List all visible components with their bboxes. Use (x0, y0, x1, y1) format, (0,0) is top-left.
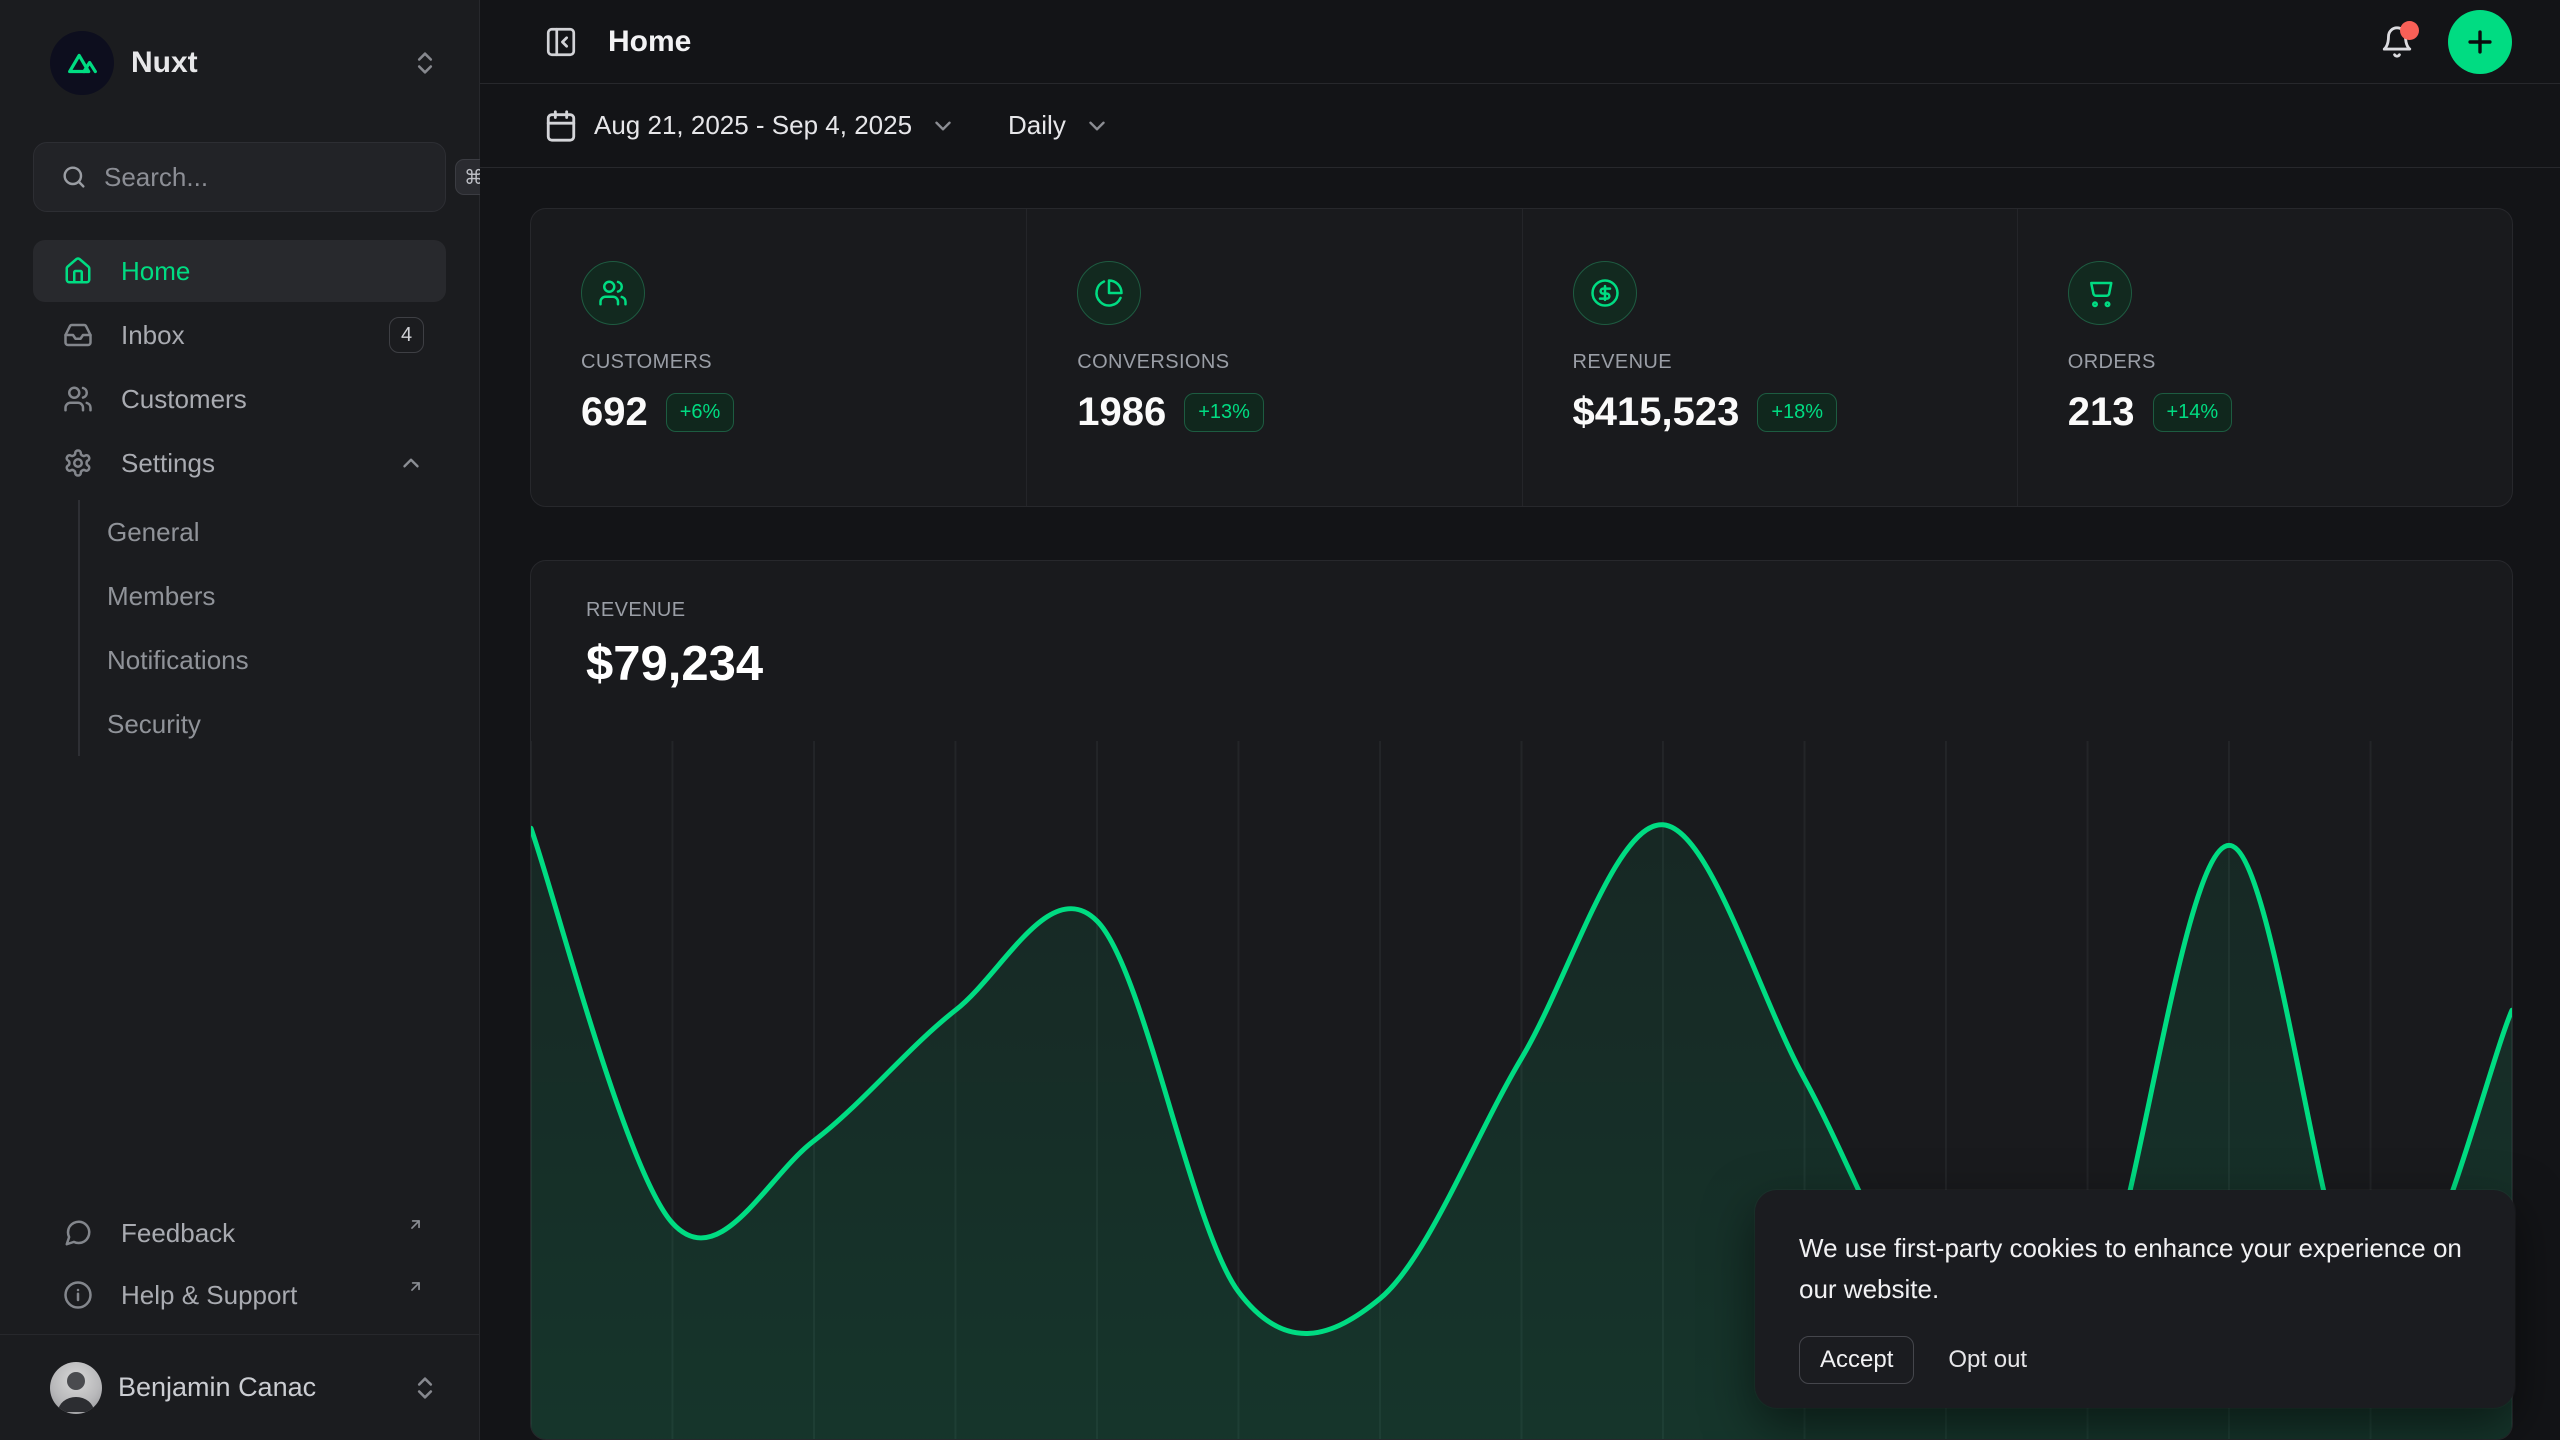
stat-delta-badge: +13% (1184, 393, 1264, 432)
sidebar-item-label: Inbox (121, 320, 361, 351)
date-range-value: Aug 21, 2025 - Sep 4, 2025 (594, 110, 912, 141)
chevrons-up-down-icon (411, 49, 439, 77)
sidebar-item-label: Home (121, 256, 424, 287)
info-circle-icon (63, 1280, 93, 1310)
calendar-icon (544, 109, 578, 143)
pie-chart-icon (1077, 261, 1141, 325)
sidebar-item-customers[interactable]: Customers (33, 368, 446, 430)
sidebar-item-security[interactable]: Security (80, 692, 446, 756)
search-bar[interactable]: ⌘ K (33, 142, 446, 212)
page-header: Home (480, 0, 2560, 84)
avatar (50, 1362, 102, 1414)
notification-dot (2400, 21, 2419, 40)
stat-value: 692 (581, 390, 648, 435)
sidebar-item-settings[interactable]: Settings (33, 432, 446, 494)
stat-delta-badge: +6% (666, 393, 735, 432)
stat-orders: ORDERS 213 +14% (2017, 209, 2512, 506)
stat-delta-badge: +18% (1757, 393, 1837, 432)
feedback-label: Feedback (121, 1218, 395, 1249)
page-title: Home (608, 25, 691, 59)
sidebar-item-home[interactable]: Home (33, 240, 446, 302)
add-button[interactable] (2448, 10, 2512, 74)
chevron-down-icon (930, 113, 956, 139)
revenue-chart-label: REVENUE (586, 599, 2512, 622)
stat-label: CONVERSIONS (1077, 351, 1521, 374)
sidebar-item-general[interactable]: General (80, 500, 446, 564)
notifications-button[interactable] (2380, 25, 2414, 59)
stat-revenue: REVENUE $415,523 +18% (1522, 209, 2017, 506)
sidebar-footer: Feedback Help & Support (33, 1202, 446, 1334)
chevron-up-icon (398, 450, 424, 476)
help-support-link[interactable]: Help & Support (33, 1264, 446, 1326)
panel-left-close-icon (544, 25, 578, 59)
sidebar-item-notifications[interactable]: Notifications (80, 628, 446, 692)
chevron-down-icon (1084, 113, 1110, 139)
stat-delta-badge: +14% (2153, 393, 2233, 432)
help-support-label: Help & Support (121, 1280, 395, 1311)
sidebar-item-label: Settings (121, 448, 370, 479)
nuxt-logo-icon (50, 31, 114, 95)
stat-label: ORDERS (2068, 351, 2512, 374)
stat-customers: CUSTOMERS 692 +6% (531, 209, 1026, 506)
stat-label: REVENUE (1573, 351, 2017, 374)
workspace-name: Nuxt (131, 46, 394, 80)
search-icon (60, 163, 88, 191)
settings-subnav: General Members Notifications Security (78, 500, 446, 756)
sidebar-item-label: Customers (121, 384, 424, 415)
chevrons-up-down-icon (411, 1374, 439, 1402)
home-icon (63, 256, 93, 286)
stat-conversions: CONVERSIONS 1986 +13% (1026, 209, 1521, 506)
plus-icon (2463, 25, 2497, 59)
sidebar-item-members[interactable]: Members (80, 564, 446, 628)
sidebar: Nuxt ⌘ K Home (0, 0, 480, 1440)
stat-value: 213 (2068, 390, 2135, 435)
cookie-banner: We use first-party cookies to enhance yo… (1755, 1190, 2515, 1408)
date-range-picker[interactable]: Aug 21, 2025 - Sep 4, 2025 (544, 109, 956, 143)
user-name: Benjamin Canac (118, 1372, 395, 1403)
cart-icon (2068, 261, 2132, 325)
stat-value: 1986 (1077, 390, 1166, 435)
stat-value: $415,523 (1573, 390, 1740, 435)
feedback-link[interactable]: Feedback (33, 1202, 446, 1264)
cookie-accept-button[interactable]: Accept (1799, 1336, 1914, 1384)
users-icon (63, 384, 93, 414)
circle-dollar-icon (1573, 261, 1637, 325)
inbox-icon (63, 320, 93, 350)
sidebar-item-inbox[interactable]: Inbox 4 (33, 304, 446, 366)
chat-bubble-icon (63, 1218, 93, 1248)
granularity-select[interactable]: Daily (1008, 110, 1110, 141)
revenue-chart-value: $79,234 (586, 636, 2512, 692)
cookie-message: We use first-party cookies to enhance yo… (1799, 1228, 2471, 1310)
search-input[interactable] (104, 162, 439, 193)
stat-label: CUSTOMERS (581, 351, 1026, 374)
cookie-optout-button[interactable]: Opt out (1948, 1346, 2027, 1374)
external-link-icon (407, 1216, 424, 1233)
filters-toolbar: Aug 21, 2025 - Sep 4, 2025 Daily (480, 84, 2560, 168)
external-link-icon (407, 1278, 424, 1295)
granularity-value: Daily (1008, 110, 1066, 141)
user-menu[interactable]: Benjamin Canac (0, 1334, 479, 1440)
workspace-switcher[interactable]: Nuxt (0, 0, 479, 126)
gear-icon (63, 448, 93, 478)
stats-row: CUSTOMERS 692 +6% CONVERSIONS 1986 +13% (530, 208, 2513, 507)
inbox-count-badge: 4 (389, 317, 424, 353)
users-icon (581, 261, 645, 325)
sidebar-nav: Home Inbox 4 Customers (33, 240, 446, 756)
sidebar-collapse-button[interactable] (544, 25, 578, 59)
